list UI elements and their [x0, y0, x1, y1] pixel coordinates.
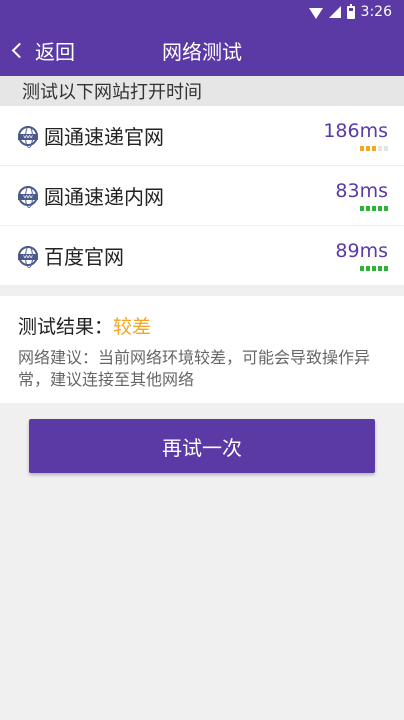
app-bar: 返回 网络测试 [0, 24, 404, 76]
network-advice: 网络建议：当前网络环境较差，可能会导致操作异常，建议连接至其他网络 [18, 348, 371, 389]
battery-icon [346, 3, 355, 19]
latency-value: 89ms [335, 240, 388, 262]
site-name: 圆通速递官网 [44, 125, 164, 149]
status-bar: 3:26 [0, 0, 404, 24]
globe-www-icon: www [18, 125, 38, 148]
result-panel: 测试结果：较差 网络建议：当前网络环境较差，可能会导致操作异常，建议连接至其他网… [0, 296, 404, 403]
cell-signal-icon [328, 6, 341, 18]
signal-bar [384, 146, 388, 151]
globe-www-icon: www [18, 185, 38, 208]
signal-bar [366, 206, 370, 211]
section-title: 测试以下网站打开时间 [0, 76, 404, 106]
back-button[interactable]: 返回 [0, 36, 75, 65]
site-name: 百度官网 [44, 245, 124, 269]
latency: 83ms [335, 180, 388, 211]
latency: 89ms [335, 240, 388, 271]
signal-bar [378, 146, 382, 151]
signal-bars [360, 266, 388, 271]
site-row: www 圆通速递官网 186ms [0, 106, 404, 166]
back-label: 返回 [35, 39, 75, 64]
latency-value: 186ms [323, 120, 388, 142]
latency-value: 83ms [335, 180, 388, 202]
signal-bar [360, 206, 364, 211]
signal-bar [372, 206, 376, 211]
signal-bar [384, 266, 388, 271]
signal-bar [378, 206, 382, 211]
wifi-icon [308, 7, 323, 19]
result-value: 较差 [113, 316, 152, 338]
signal-bar [372, 266, 376, 271]
signal-bar [378, 266, 382, 271]
signal-bars [360, 146, 388, 151]
status-time: 3:26 [360, 4, 392, 20]
retry-button[interactable]: 再试一次 [29, 419, 375, 473]
signal-bar [366, 146, 370, 151]
signal-bars [360, 206, 388, 211]
site-row: www 百度官网 89ms [0, 226, 404, 286]
chevron-left-icon [11, 42, 28, 58]
signal-bar [366, 266, 370, 271]
divider [0, 286, 404, 296]
site-list: www 圆通速递官网 186ms www 圆通速递内网 83ms www 百度官… [0, 106, 404, 286]
latency: 186ms [323, 120, 388, 151]
site-name: 圆通速递内网 [44, 185, 164, 209]
signal-bar [360, 266, 364, 271]
signal-bar [360, 146, 364, 151]
globe-www-icon: www [18, 245, 38, 268]
result-label: 测试结果： [18, 316, 114, 338]
result-line: 测试结果：较差 [18, 312, 386, 339]
site-row: www 圆通速递内网 83ms [0, 166, 404, 226]
signal-bar [372, 146, 376, 151]
signal-bar [384, 206, 388, 211]
